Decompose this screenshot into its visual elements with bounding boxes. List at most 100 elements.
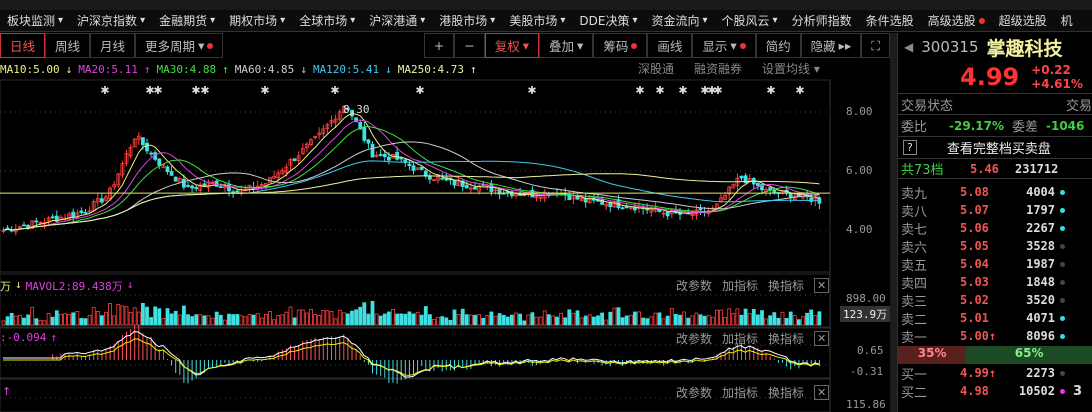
level-price[interactable]: 5.08 [960,185,1005,199]
ma-line [3,119,820,231]
full-book-link[interactable]: 查看完整档买卖盘 [947,138,1051,157]
arrow-icon: ↑ [2,385,12,398]
volume-bar [518,313,522,326]
candle-body [218,186,223,189]
notify-dot [978,17,985,24]
volume-bar [464,314,469,326]
volume-bar [116,303,121,326]
vol-current: 123.9万 [840,306,891,322]
volume-bar [378,315,383,326]
candle-body [739,175,744,179]
volume-bar [452,309,457,326]
level-volume: 1987 [1026,257,1055,271]
kline-chart[interactable]: ✱ ✱✱ ✱ ✱ ✱ ✱ ✱ ✱ ✱ ✱ ✱ ✱✱✱ ✱ ✱ [0,0,897,412]
volume-bar [600,312,604,326]
price-change: +0.22 [1031,63,1071,77]
level-price[interactable]: 4.99↑ [960,366,1005,380]
candle-body [608,202,613,208]
candle-body [165,166,170,173]
level-price[interactable]: 5.02 [960,293,1005,307]
volume-bar [641,317,645,326]
candle-body [292,158,297,161]
volume-bar [386,311,391,326]
volume-bar [751,309,756,326]
volume-bar [108,303,112,326]
axis-label-8: 8.00 [846,105,873,118]
volume-bar [674,314,678,326]
candle-body [235,190,240,193]
close-icon[interactable]: ✕ [814,278,830,293]
volume-bar [38,319,43,326]
candle-body [473,186,477,190]
edit-params-button[interactable]: 改参数 [676,277,712,294]
volume-bar [149,317,154,326]
asks-row: 卖一 5.00↑ 8096 [898,327,1092,346]
high-marker: 8.30 [343,103,370,116]
help-icon[interactable]: ? [903,140,917,155]
level-label: 买一 [901,367,928,383]
candle-body [423,170,428,177]
volume-bar [288,306,293,326]
candle-body [186,185,190,187]
volume-bar [592,316,596,326]
volume-bar [272,319,277,326]
asks-row: 卖三 5.02 3520 [898,291,1092,310]
close-icon[interactable]: ✕ [814,385,830,400]
level-price[interactable]: 5.07 [960,203,1005,217]
third-axis-top: 115.86 [846,398,886,411]
volume-bar [407,311,412,326]
level-price[interactable]: 5.04 [960,257,1005,271]
level-price[interactable]: 5.01 [960,311,1005,325]
volume-bar [813,315,818,326]
bids-row: 买一 4.99↑ 2273 [898,364,1092,383]
candle-body [190,185,195,189]
level-price[interactable]: 5.00↑ [960,329,1005,343]
last-price: 4.99 [960,63,1020,91]
level-price[interactable]: 5.03 [960,275,1005,289]
menu-item[interactable]: 超级选股 [992,12,1054,29]
volume-bar [444,317,449,326]
menu-item-label: 机 [1060,14,1073,28]
volume-bar [731,313,736,326]
close-icon[interactable]: ✕ [814,331,830,346]
add-indicator-button[interactable]: 加指标 [722,277,758,294]
level-price[interactable]: 4.98 [960,384,1005,398]
candle-body [5,227,10,230]
level-price[interactable]: 5.05 [960,239,1005,253]
level-volume: 10502 [1018,384,1055,398]
full-book-row[interactable]: ? 查看完整档买卖盘 [898,137,1092,159]
volume-bar [637,311,641,326]
volume-bar [530,312,535,326]
candle-body [464,184,469,189]
volume-bar [485,315,490,326]
level-volume: 8096 [1026,329,1055,343]
volume-bar [608,311,613,326]
switch-indicator-button[interactable]: 换指标 [768,330,804,347]
edit-params-button[interactable]: 改参数 [676,384,712,401]
switch-indicator-button[interactable]: 换指标 [768,277,804,294]
volume-bar [9,312,14,326]
ask-list: 卖九 5.08 4004 卖八 5.07 1797 卖七 5.06 2267 卖六 5.05 3528… [898,183,1092,346]
switch-indicator-button[interactable]: 换指标 [768,384,804,401]
volume-bar [551,315,555,326]
volume-bar [710,316,715,326]
level-price[interactable]: 5.06 [960,221,1005,235]
volume-bar [354,309,359,326]
volume-bar [231,314,236,326]
order-dot-icon [1060,333,1065,339]
level-volume: 1797 [1026,203,1055,217]
volume-bar [67,314,71,326]
menu-item[interactable]: 高级选股 [921,12,992,29]
level-volume: 2267 [1026,221,1055,235]
volume-bar [46,312,51,326]
volume-bar [75,311,80,326]
collapse-left-icon[interactable]: ◀ [904,40,913,54]
weibi-row: 委比 -29.17% 委差 -1046 [898,115,1092,137]
panel-splitter[interactable] [890,33,897,412]
add-indicator-button[interactable]: 加指标 [722,330,758,347]
volume-bar [206,315,211,326]
add-indicator-button[interactable]: 加指标 [722,384,758,401]
volume-bar [227,313,231,326]
edit-params-button[interactable]: 改参数 [676,330,712,347]
menu-item[interactable]: 机 [1054,12,1080,29]
